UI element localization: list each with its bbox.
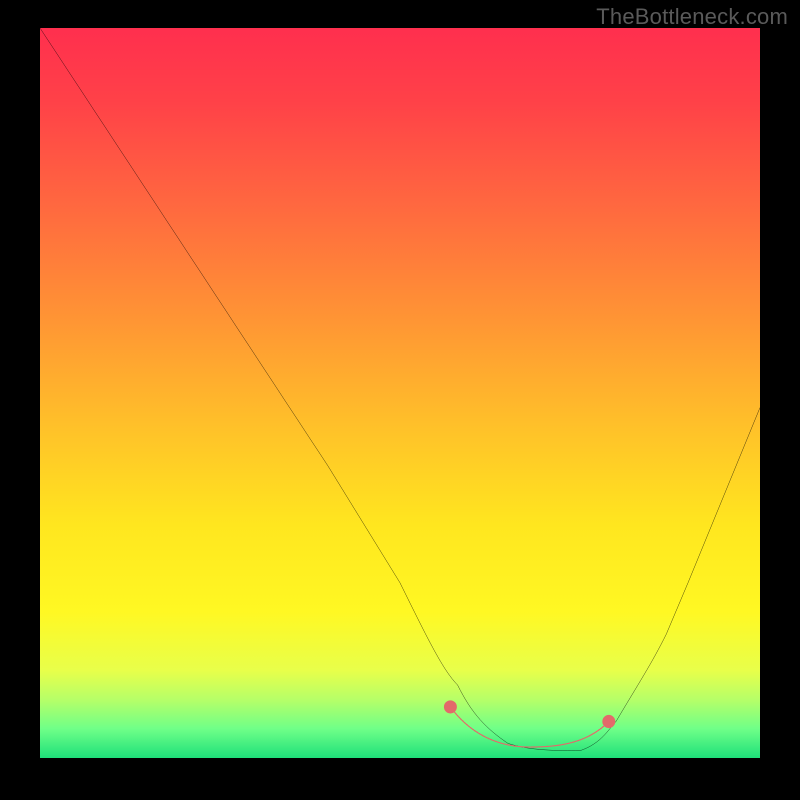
bottleneck-curve-svg bbox=[40, 28, 760, 758]
optimum-marker-line bbox=[450, 707, 608, 747]
chart-frame: TheBottleneck.com bbox=[0, 0, 800, 800]
optimum-marker-start-dot bbox=[444, 700, 457, 713]
watermark: TheBottleneck.com bbox=[596, 4, 788, 30]
optimum-marker-end-dot bbox=[602, 715, 615, 728]
bottleneck-curve bbox=[40, 28, 760, 751]
plot-area bbox=[40, 28, 760, 758]
